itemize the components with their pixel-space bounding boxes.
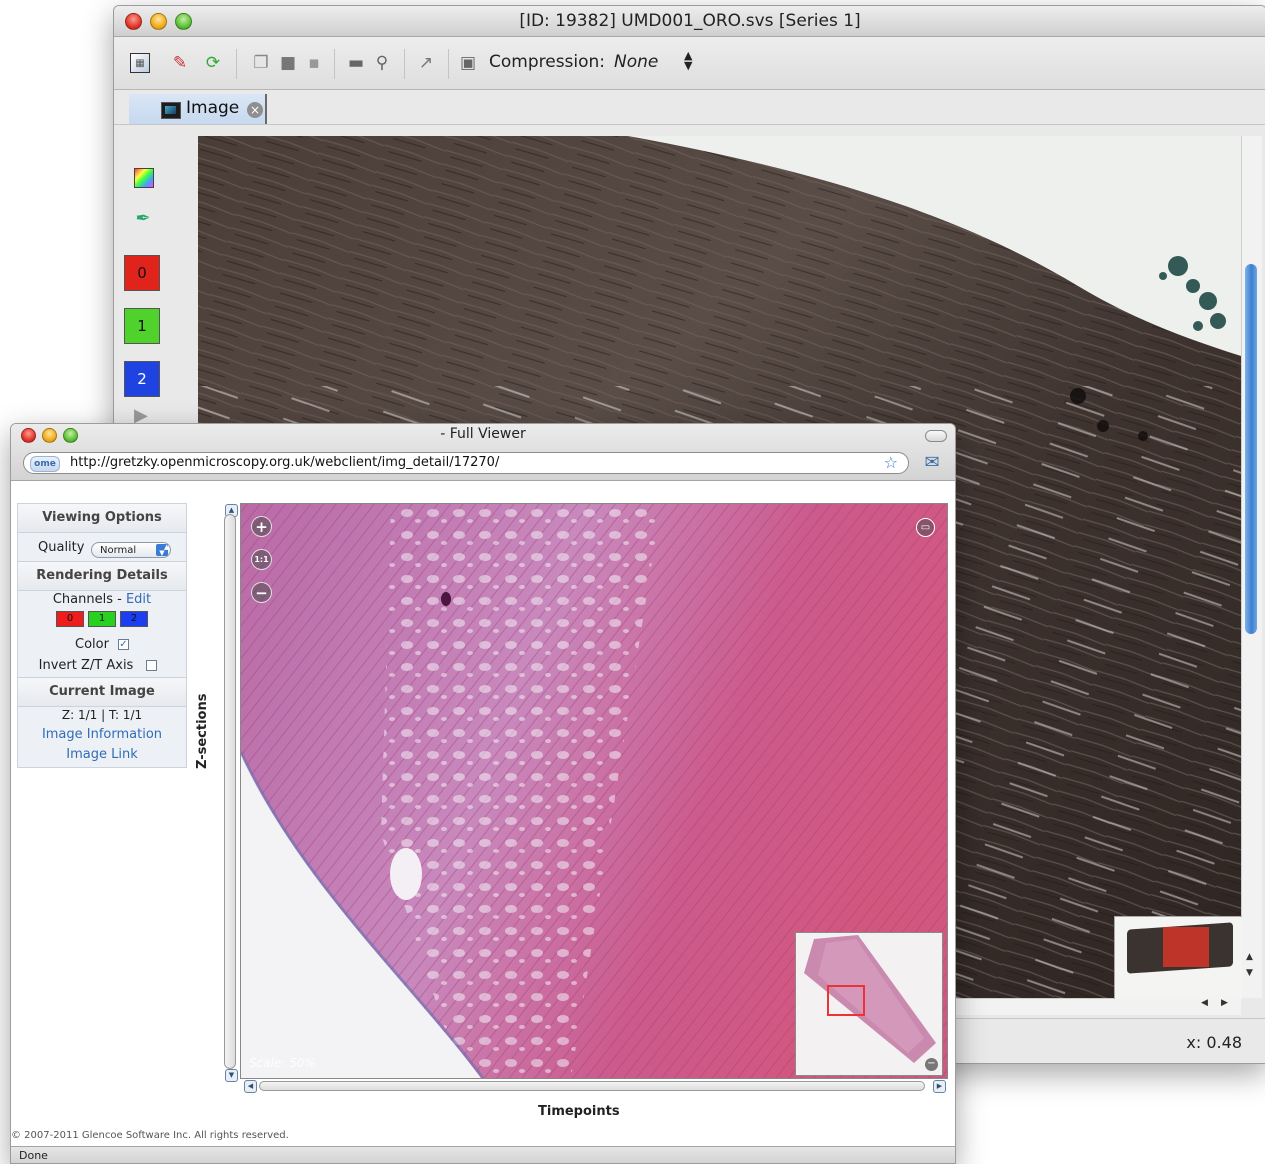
toolbar-separator [448, 49, 449, 79]
channel-2-toggle[interactable]: 2 [120, 611, 148, 627]
zoom-in-button[interactable]: + [251, 516, 272, 537]
channel-0-label: 0 [66, 613, 74, 624]
measure-tool-icon[interactable]: ↗ [416, 53, 436, 73]
tab-image-label: Image [186, 98, 240, 118]
copyright-text: © 2007-2011 Glencoe Software Inc. All ri… [11, 1130, 289, 1141]
tab-strip: Image × [114, 90, 1265, 125]
scroll-up-icon[interactable]: ▲ [1246, 952, 1253, 962]
channels-label: Channels - [52, 592, 122, 607]
color-checkbox[interactable]: ✓ [118, 639, 129, 650]
fullscreen-icon[interactable]: ▭ [916, 518, 935, 537]
viewing-options-heading: Viewing Options [18, 504, 186, 533]
edit-settings-icon[interactable]: ✎ [170, 53, 190, 73]
front-window-title: - Full Viewer [440, 426, 526, 442]
eyedropper-icon[interactable]: ✒ [132, 208, 154, 230]
toolbar-separator [236, 49, 237, 79]
scroll-right-icon[interactable]: ▶ [1221, 998, 1228, 1008]
channels-row: Channels - Edit [18, 592, 186, 607]
scroll-left-icon[interactable]: ◀ [1201, 998, 1208, 1008]
compression-label: Compression: [489, 52, 606, 72]
vertical-scroll-thumb[interactable] [1245, 264, 1257, 634]
quality-select[interactable]: Normal ▲ ▼ [91, 542, 171, 558]
rendering-details-heading: Rendering Details [18, 561, 186, 591]
timepoint-slider[interactable] [259, 1081, 925, 1091]
current-image-heading: Current Image [18, 677, 186, 707]
chevron-updown-icon[interactable]: ▲ ▼ [684, 50, 692, 71]
zoom-out-button[interactable]: − [251, 582, 272, 603]
z-sections-label: Z-sections [195, 693, 210, 769]
browser-status-bar: Done [11, 1146, 955, 1163]
toolbar-separator [404, 49, 405, 79]
back-window-title: [ID: 19382] UMD001_ORO.svs [Series 1] [519, 11, 861, 31]
image-information-link[interactable]: Image Information [18, 727, 186, 742]
minimize-thumbnail-icon[interactable]: − [925, 1058, 938, 1071]
channel-0-button[interactable]: 0 [124, 255, 160, 291]
viewer-toolbar: ▦ ✎ ⟳ ❐ ■ ▪ ▬ ⚲ ↗ ▣ Compression: None ▲ ▼ [114, 37, 1265, 90]
navigation-thumbnail[interactable]: − [795, 932, 943, 1076]
invert-axis-checkbox[interactable] [146, 660, 157, 671]
magnifier-icon[interactable]: ⚲ [372, 53, 392, 73]
quality-label: Quality [38, 540, 85, 555]
z-down-icon[interactable]: ▼ [225, 1069, 238, 1082]
quality-value: Normal [100, 545, 137, 556]
toolbar-toggle-button[interactable] [925, 430, 947, 442]
vertical-scrollbar[interactable]: ▲ ▼ [1241, 136, 1262, 998]
channel-2-label: 2 [137, 370, 147, 388]
compression-icon: ▣ [459, 53, 477, 73]
front-titlebar[interactable]: - Full Viewer ome http://gretzky.openmic… [11, 424, 955, 481]
z-slider[interactable] [224, 514, 236, 1069]
channel-1-label: 1 [137, 317, 147, 335]
copy-icon[interactable]: ❐ [251, 53, 271, 73]
back-titlebar[interactable]: [ID: 19382] UMD001_ORO.svs [Series 1] [114, 6, 1265, 37]
channel-2-label: 2 [130, 613, 138, 624]
status-text: Done [19, 1149, 48, 1162]
channel-1-button[interactable]: 1 [124, 308, 160, 344]
image-icon [161, 102, 181, 119]
site-icon: ome [30, 456, 60, 472]
channel-1-toggle[interactable]: 1 [88, 611, 116, 627]
zoom-1to1-button[interactable]: 1:1 [251, 549, 272, 570]
timepoints-label: Timepoints [538, 1104, 620, 1119]
image-viewport[interactable]: + 1:1 − ▭ Scale: 50% − [240, 503, 948, 1079]
url-text[interactable]: http://gretzky.openmicroscopy.org.uk/web… [70, 455, 499, 470]
scroll-down-icon[interactable]: ▼ [1246, 968, 1253, 978]
t-right-icon[interactable]: ▶ [933, 1080, 946, 1093]
close-tab-icon[interactable]: × [247, 102, 263, 118]
t-left-icon[interactable]: ◀ [244, 1080, 257, 1093]
thumbnail-tissue [804, 935, 936, 1063]
chevron-updown-icon: ▲ ▼ [156, 544, 169, 557]
bookmark-star-icon[interactable]: ☆ [884, 453, 898, 472]
channel-2-button[interactable]: 2 [124, 361, 160, 397]
zt-info: Z: 1/1 | T: 1/1 [61, 708, 143, 722]
save-settings-icon[interactable]: ▪ [304, 53, 324, 73]
edit-channels-link[interactable]: Edit [126, 592, 151, 607]
image-link[interactable]: Image Link [18, 747, 186, 762]
color-label: Color [75, 637, 109, 652]
paste-icon[interactable]: ■ [278, 53, 298, 73]
tab-image[interactable]: Image × [129, 94, 267, 124]
compression-select[interactable]: None [614, 52, 658, 72]
viewer-options-panel: Viewing Options Quality Normal ▲ ▼ Render… [17, 503, 187, 768]
coordinate-readout: x: 0.48 [1186, 1033, 1242, 1052]
channel-1-label: 1 [98, 613, 106, 624]
color-palette-icon[interactable] [134, 168, 154, 188]
movie-icon[interactable]: ▬ [346, 53, 366, 73]
browser-full-viewer-window: - Full Viewer ome http://gretzky.openmic… [10, 423, 956, 1164]
mail-icon[interactable]: ✉ [917, 451, 947, 475]
save-image-icon[interactable]: ▦ [130, 53, 150, 73]
channel-0-toggle[interactable]: 0 [56, 611, 84, 627]
refresh-icon[interactable]: ⟳ [203, 53, 223, 73]
thumbnail-roi[interactable] [827, 985, 865, 1016]
overview-thumbnail[interactable] [1114, 916, 1242, 999]
url-bar[interactable]: ome http://gretzky.openmicroscopy.org.uk… [23, 452, 909, 474]
toolbar-separator [334, 49, 335, 79]
channel-0-label: 0 [137, 264, 147, 282]
overview-roi[interactable] [1163, 927, 1209, 967]
scale-indicator: Scale: 50% [249, 1056, 316, 1070]
